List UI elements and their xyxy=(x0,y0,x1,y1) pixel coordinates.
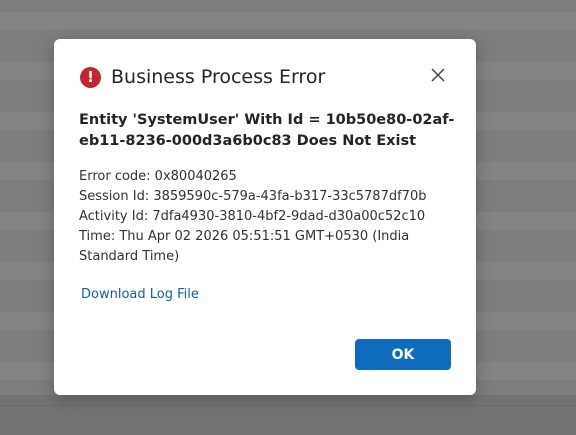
ok-button[interactable]: OK xyxy=(355,339,451,370)
error-details: Error code: 0x80040265 Session Id: 38595… xyxy=(79,167,459,267)
error-circle-icon: ! xyxy=(80,66,101,88)
error-time: Time: Thu Apr 02 2026 05:51:51 GMT+0530 … xyxy=(79,229,410,264)
close-button[interactable] xyxy=(428,65,448,85)
dialog-header: ! Business Process Error xyxy=(80,65,450,89)
background-footer xyxy=(0,395,576,435)
background-divider xyxy=(0,405,576,406)
error-dialog: ! Business Process Error Entity 'SystemU… xyxy=(54,39,476,395)
download-log-link[interactable]: Download Log File xyxy=(81,287,199,302)
activity-id: Activity Id: 7dfa4930-3810-4bf2-9dad-d30… xyxy=(79,209,426,224)
close-icon xyxy=(431,68,445,82)
dialog-title: Business Process Error xyxy=(111,66,326,88)
error-code: Error code: 0x80040265 xyxy=(79,169,237,184)
background-row xyxy=(0,12,576,30)
session-id: Session Id: 3859590c-579a-43fa-b317-33c5… xyxy=(79,189,427,204)
error-message: Entity 'SystemUser' With Id = 10b50e80-0… xyxy=(79,112,455,149)
